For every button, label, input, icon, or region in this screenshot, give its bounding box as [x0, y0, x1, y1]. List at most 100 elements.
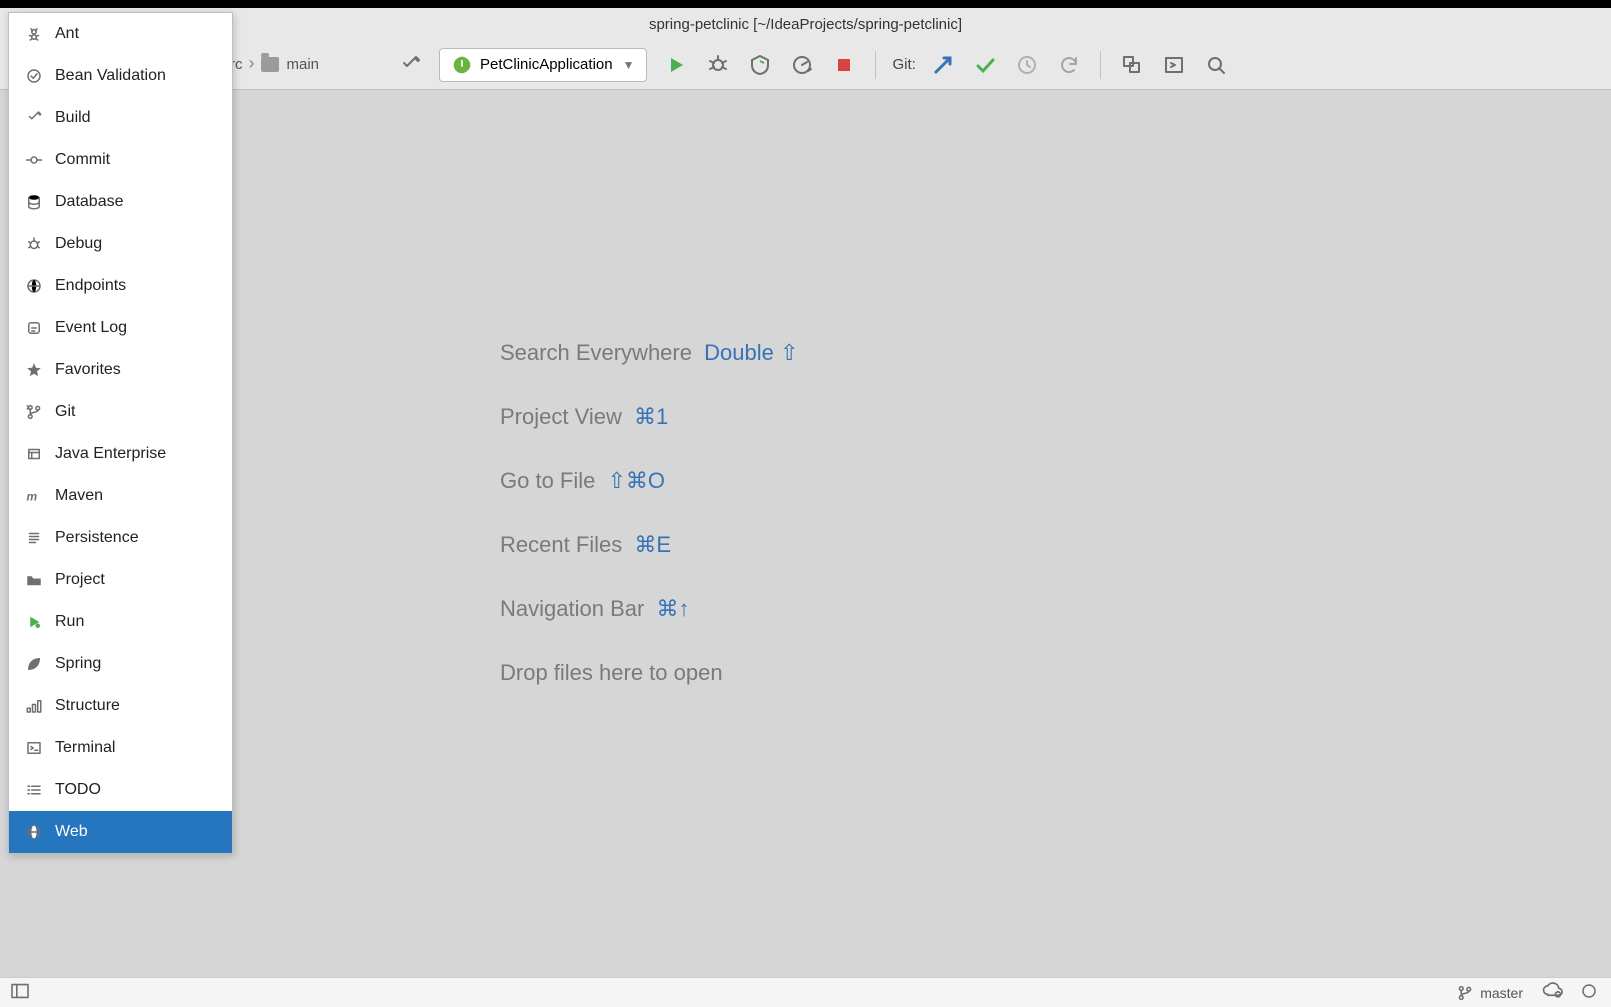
- popup-item-label: Spring: [55, 655, 101, 673]
- git-update-button[interactable]: [924, 46, 962, 84]
- popup-item-favorites[interactable]: Favorites: [9, 349, 232, 391]
- popup-item-project[interactable]: Project: [9, 559, 232, 601]
- maven-icon: m: [23, 485, 45, 507]
- popup-item-label: Commit: [55, 151, 110, 169]
- title-bar: spring-petclinic [~/IdeaProjects/spring-…: [0, 8, 1611, 40]
- chevron-down-icon: ▼: [623, 58, 635, 72]
- popup-item-database[interactable]: Database: [9, 181, 232, 223]
- star-icon: [23, 359, 45, 381]
- popup-item-todo[interactable]: TODO: [9, 769, 232, 811]
- database-icon: [23, 191, 45, 213]
- popup-item-label: Build: [55, 109, 91, 127]
- popup-item-label: Endpoints: [55, 277, 126, 295]
- popup-item-label: Maven: [55, 487, 103, 505]
- popup-item-label: Java Enterprise: [55, 445, 166, 463]
- popup-item-event-log[interactable]: Event Log: [9, 307, 232, 349]
- popup-item-label: Terminal: [55, 739, 115, 757]
- git-branch-icon: [1456, 984, 1474, 1002]
- popup-item-label: Git: [55, 403, 75, 421]
- hint-navigation-bar: Navigation Bar ⌘↑: [500, 596, 798, 622]
- structure-icon: [23, 695, 45, 717]
- play-icon: [23, 611, 45, 633]
- popup-item-label: Bean Validation: [55, 67, 166, 85]
- popup-item-spring[interactable]: Spring: [9, 643, 232, 685]
- popup-item-structure[interactable]: Structure: [9, 685, 232, 727]
- popup-item-label: Run: [55, 613, 84, 631]
- stop-button[interactable]: [825, 46, 863, 84]
- terminal-icon: [23, 737, 45, 759]
- hint-drop-files: Drop files here to open: [500, 660, 798, 686]
- popup-item-label: Structure: [55, 697, 120, 715]
- git-branch-widget[interactable]: master: [1456, 984, 1523, 1002]
- popup-item-web[interactable]: Web: [9, 811, 232, 853]
- popup-item-build[interactable]: Build: [9, 97, 232, 139]
- popup-item-bean-validation[interactable]: Bean Validation: [9, 55, 232, 97]
- search-everywhere-button[interactable]: [1197, 46, 1235, 84]
- hint-search-everywhere: Search Everywhere Double ⇧: [500, 340, 798, 366]
- git-rollback-button[interactable]: [1050, 46, 1088, 84]
- build-project-button[interactable]: [391, 46, 429, 84]
- globe-icon: [23, 821, 45, 843]
- hammer-icon: [23, 107, 45, 129]
- memory-indicator-icon[interactable]: [1579, 982, 1599, 1003]
- popup-item-label: Ant: [55, 25, 79, 43]
- navigation-toolbar: rc › main PetClinicApplication ▼ Git:: [0, 40, 1611, 90]
- popup-item-persistence[interactable]: Persistence: [9, 517, 232, 559]
- folder-icon: [23, 569, 45, 591]
- run-configuration-selector[interactable]: PetClinicApplication ▼: [439, 48, 647, 82]
- popup-item-endpoints[interactable]: Endpoints: [9, 265, 232, 307]
- popup-item-debug[interactable]: Debug: [9, 223, 232, 265]
- popup-item-label: TODO: [55, 781, 101, 799]
- popup-item-git[interactable]: Git: [9, 391, 232, 433]
- popup-item-label: Web: [55, 823, 88, 841]
- git-commit-button[interactable]: [966, 46, 1004, 84]
- profile-button[interactable]: [783, 46, 821, 84]
- bug-icon: [23, 233, 45, 255]
- popup-item-run[interactable]: Run: [9, 601, 232, 643]
- commit-icon: [23, 149, 45, 171]
- run-button[interactable]: [657, 46, 695, 84]
- popup-item-label: Favorites: [55, 361, 121, 379]
- separator: [875, 51, 876, 79]
- java-enterprise-icon: [23, 443, 45, 465]
- persistence-icon: [23, 527, 45, 549]
- status-bar: master: [0, 977, 1611, 1007]
- todo-list-icon: [23, 779, 45, 801]
- ant-icon: [23, 23, 45, 45]
- bean-validation-icon: [23, 65, 45, 87]
- popup-item-maven[interactable]: m Maven: [9, 475, 232, 517]
- ide-settings-sync-icon[interactable]: [1541, 982, 1563, 1003]
- popup-item-commit[interactable]: Commit: [9, 139, 232, 181]
- popup-item-label: Project: [55, 571, 105, 589]
- globe-icon: [23, 275, 45, 297]
- project-structure-button[interactable]: [1113, 46, 1151, 84]
- chevron-right-icon: ›: [249, 53, 255, 74]
- hint-recent-files: Recent Files ⌘E: [500, 532, 798, 558]
- git-branch-icon: [23, 401, 45, 423]
- git-history-button[interactable]: [1008, 46, 1046, 84]
- popup-item-label: Event Log: [55, 319, 127, 337]
- folder-icon: [261, 57, 279, 72]
- popup-item-ant[interactable]: Ant: [9, 13, 232, 55]
- editor-empty-state: Search Everywhere Double ⇧ Project View …: [0, 90, 1611, 977]
- popup-item-terminal[interactable]: Terminal: [9, 727, 232, 769]
- debug-button[interactable]: [699, 46, 737, 84]
- event-log-icon: [23, 317, 45, 339]
- git-label: Git:: [892, 56, 915, 73]
- popup-item-label: Database: [55, 193, 124, 211]
- window-title: spring-petclinic [~/IdeaProjects/spring-…: [649, 16, 962, 33]
- popup-item-label: Persistence: [55, 529, 139, 547]
- window-chrome-top: [0, 0, 1611, 8]
- spring-boot-icon: [452, 55, 472, 75]
- run-anything-button[interactable]: [1155, 46, 1193, 84]
- hint-project-view: Project View ⌘1: [500, 404, 798, 430]
- breadcrumb-item-main[interactable]: main: [261, 56, 320, 73]
- popup-item-label: Debug: [55, 235, 102, 253]
- run-with-coverage-button[interactable]: [741, 46, 779, 84]
- svg-text:m: m: [27, 490, 38, 504]
- spring-leaf-icon: [23, 653, 45, 675]
- popup-item-java-enterprise[interactable]: Java Enterprise: [9, 433, 232, 475]
- tool-window-popup[interactable]: Ant Bean Validation Build Commit Database Deb…: [8, 12, 233, 854]
- tool-windows-toggle-icon[interactable]: [10, 983, 30, 1002]
- hint-go-to-file: Go to File ⇧⌘O: [500, 468, 798, 494]
